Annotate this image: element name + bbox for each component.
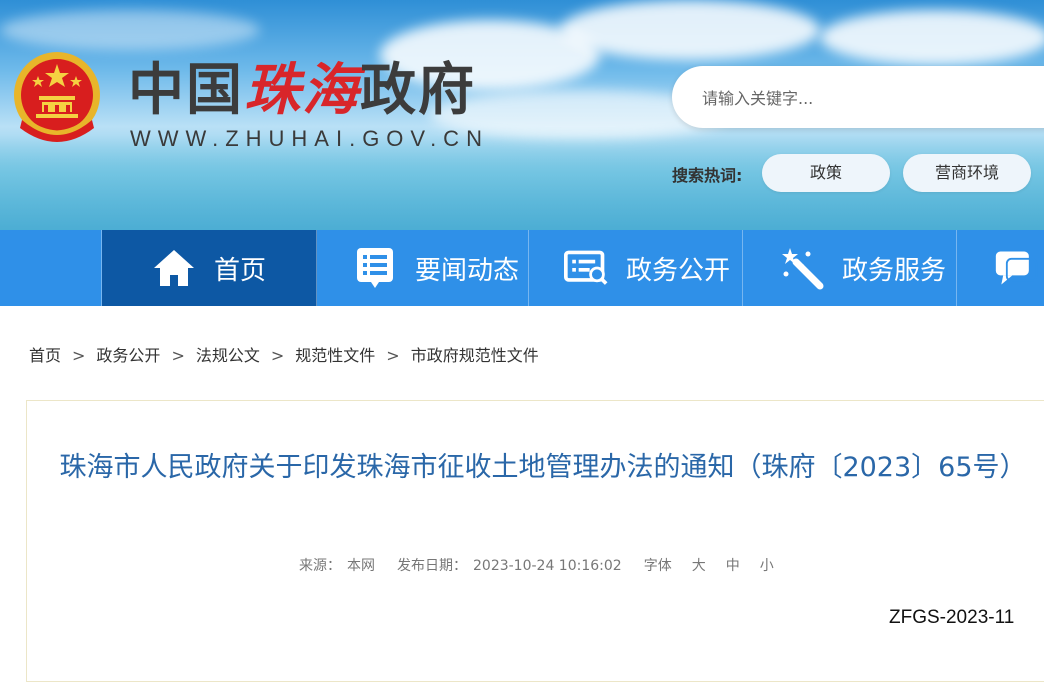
site-logo[interactable]: 中国珠海政府	[128, 54, 476, 126]
sky-cloud	[560, 0, 820, 60]
font-size-large-button[interactable]: 大	[692, 558, 706, 574]
sky-cloud	[820, 10, 1044, 65]
breadcrumb-link[interactable]: 政务公开	[96, 346, 160, 365]
search-input[interactable]	[700, 82, 1024, 114]
nav-item-label: 政务服务	[842, 255, 947, 286]
hot-word-tag[interactable]: 营商环境	[903, 154, 1031, 192]
nav-item-label: 要闻动态	[415, 255, 520, 286]
article-title: 珠海市人民政府关于印发珠海市征收土地管理办法的通知（珠府〔2023〕65号）	[59, 452, 1027, 483]
document-number: ZFGS-2023-11	[889, 607, 1015, 628]
breadcrumb-separator: >	[72, 346, 86, 365]
chat-bubble-icon	[994, 246, 1038, 290]
breadcrumb-link[interactable]: 首页	[29, 346, 61, 365]
search-box	[672, 66, 1044, 128]
font-size-medium-button[interactable]: 中	[726, 558, 740, 574]
date-label: 发布日期：	[397, 558, 467, 574]
breadcrumb-separator: >	[171, 346, 185, 365]
source-value: 本网	[347, 558, 375, 574]
nav-item-label: 首页	[213, 255, 266, 286]
hot-words-label: 搜索热词:	[672, 166, 743, 185]
font-size-small-button[interactable]: 小	[760, 558, 774, 574]
breadcrumb-current[interactable]: 市政府规范性文件	[411, 346, 539, 365]
nav-item-interaction[interactable]	[958, 230, 1044, 306]
logo-text-zhuhai: 珠海	[244, 57, 360, 123]
magic-wand-icon	[780, 246, 824, 290]
publish-date: 2023-10-24 10:16:02	[473, 558, 622, 574]
article-panel: 珠海市人民政府关于印发珠海市征收土地管理办法的通知（珠府〔2023〕65号） 来…	[26, 400, 1044, 682]
logo-text-china: 中国	[128, 57, 244, 123]
source-label: 来源：	[299, 558, 341, 574]
announcement-icon	[564, 246, 608, 290]
breadcrumb: 首页 > 政务公开 > 法规公文 > 规范性文件 > 市政府规范性文件	[29, 342, 539, 366]
main-nav: 首页 要闻动态 政务公开 政务服务	[0, 230, 1044, 306]
national-emblem-icon	[14, 52, 100, 142]
font-size-label: 字体	[643, 558, 672, 574]
logo-text-government: 政府	[360, 57, 476, 123]
nav-item-label: 政务公开	[626, 255, 731, 286]
nav-item-gov-affairs[interactable]: 政务公开	[530, 230, 743, 306]
nav-item-home[interactable]: 首页	[102, 230, 317, 306]
nav-item-gov-services[interactable]: 政务服务	[744, 230, 957, 306]
site-url: WWW.ZHUHAI.GOV.CN	[130, 126, 489, 151]
breadcrumb-link[interactable]: 规范性文件	[295, 346, 375, 365]
sky-cloud	[0, 10, 260, 50]
breadcrumb-link[interactable]: 法规公文	[196, 346, 260, 365]
breadcrumb-separator: >	[386, 346, 400, 365]
nav-item-news[interactable]: 要闻动态	[317, 230, 529, 306]
nav-spacer	[0, 230, 102, 306]
site-header: 中国珠海政府 WWW.ZHUHAI.GOV.CN 搜索热词: 政策 营商环境	[0, 0, 1044, 230]
hot-word-tag[interactable]: 政策	[762, 154, 890, 192]
news-list-icon	[353, 246, 397, 290]
home-icon	[152, 246, 196, 290]
article-meta: 来源： 本网 发布日期： 2023-10-24 10:16:02 字体 大 中 小	[299, 555, 780, 575]
breadcrumb-separator: >	[270, 346, 285, 365]
